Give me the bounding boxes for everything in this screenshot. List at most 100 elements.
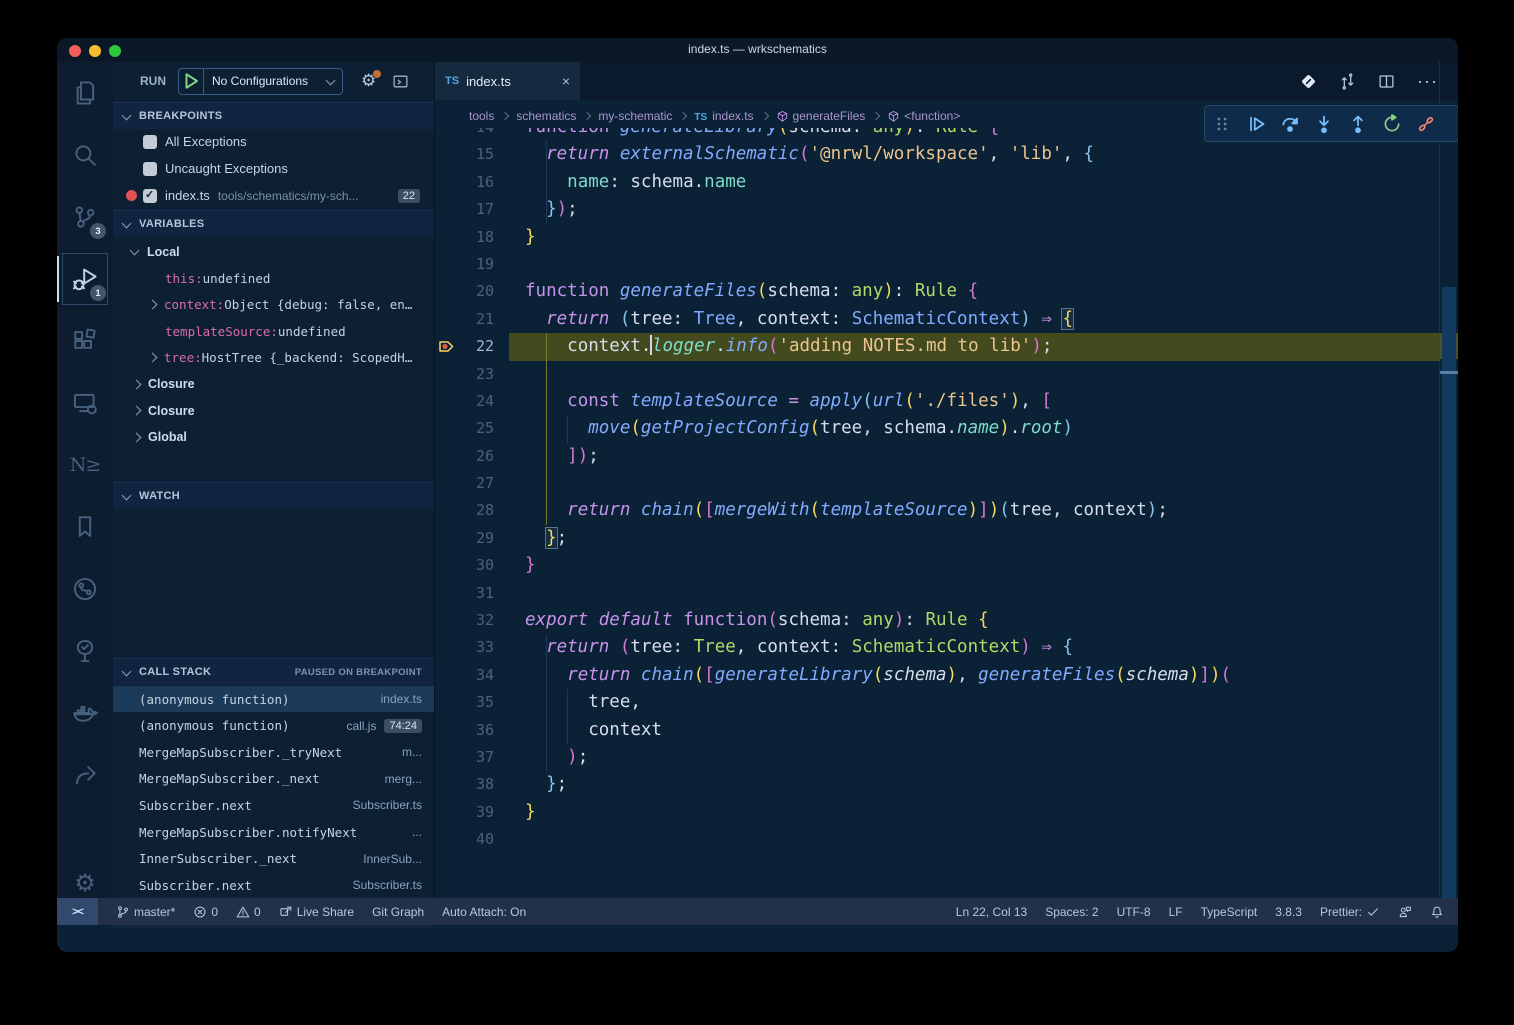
status-item-prettier[interactable]: Prettier: [1320, 905, 1380, 919]
activity-bar-item-remote-explorer[interactable] [57, 372, 113, 434]
scope-label: Closure [148, 404, 195, 418]
status-item-typescript[interactable]: TypeScript [1201, 905, 1258, 919]
activity-bar-item-search[interactable] [57, 124, 113, 186]
variables-scope-closure[interactable]: Closure [113, 397, 434, 424]
chevron-right-icon [132, 432, 142, 442]
continue-icon[interactable] [1239, 106, 1273, 141]
line-number: 39 [435, 799, 494, 826]
remote-indicator[interactable]: >< [57, 898, 98, 925]
bell-icon[interactable] [1430, 905, 1444, 919]
status-item-lf[interactable]: LF [1169, 905, 1183, 919]
restart-icon[interactable] [1375, 106, 1409, 141]
disconnect-icon[interactable] [1409, 106, 1443, 141]
status-item-ln-22-col-13[interactable]: Ln 22, Col 13 [956, 905, 1027, 919]
configure-gear-icon[interactable]: ⚙ [361, 72, 376, 91]
chevron-right-icon [132, 406, 142, 416]
scope-label: Global [148, 430, 187, 444]
more-actions-icon[interactable]: ··· [1417, 71, 1438, 92]
variable-row[interactable]: templateSource: undefined [113, 318, 434, 345]
breakpoint-row[interactable]: Uncaught Exceptions [113, 155, 434, 182]
code-line-text: } [525, 799, 536, 826]
line-number: 23 [435, 361, 494, 388]
status-item-3-8-3[interactable]: 3.8.3 [1275, 905, 1302, 919]
launch-configuration-dropdown[interactable]: No Configurations [178, 68, 343, 95]
step-over-icon[interactable] [1273, 106, 1307, 141]
code-line: 17 }); [435, 196, 1440, 223]
breakpoints-section-header[interactable]: BREAKPOINTS [113, 102, 434, 129]
status-item-0[interactable]: 0 [193, 905, 218, 919]
call-stack-frame[interactable]: MergeMapSubscriber._tryNextm... [113, 739, 434, 765]
line-number: 27 [435, 470, 494, 497]
code-line: 30} [435, 552, 1440, 579]
variables-scope-global[interactable]: Global [113, 424, 434, 451]
activity-bar-item-extensions[interactable] [57, 310, 113, 372]
open-changes-icon[interactable] [1339, 73, 1356, 90]
variables-scope-local[interactable]: Local [113, 238, 434, 265]
step-into-icon[interactable] [1307, 106, 1341, 141]
breadcrumb-item[interactable]: schematics [516, 109, 576, 123]
activity-bar-item-source-control[interactable]: 3 [57, 186, 113, 248]
activity-bar-item-live-share[interactable] [57, 744, 113, 806]
variables-scope-closure[interactable]: Closure [113, 371, 434, 398]
breakpoint-row[interactable]: index.tstools/schematics/my-sch...22 [113, 182, 434, 209]
breakpoint-checkbox[interactable] [143, 189, 157, 203]
close-tab-icon[interactable]: × [562, 73, 570, 89]
variable-row[interactable]: context: Object {debug: false, en… [113, 291, 434, 318]
scrollbar-thumb[interactable] [1442, 287, 1456, 920]
variable-row[interactable]: tree: HostTree {_backend: ScopedH… [113, 344, 434, 371]
status-item-label: Auto Attach: On [442, 905, 526, 919]
call-stack-frame[interactable]: InnerSubscriber._nextInnerSub... [113, 846, 434, 872]
watch-section-header[interactable]: WATCH [113, 482, 434, 509]
status-item-auto-attach-on[interactable]: Auto Attach: On [442, 905, 526, 919]
variables-section-header[interactable]: VARIABLES [113, 210, 434, 237]
activity-bar-item-test-explorer[interactable] [57, 620, 113, 682]
breadcrumb-item[interactable]: my-schematic [598, 109, 672, 123]
step-out-icon[interactable] [1341, 106, 1375, 141]
call-stack-section-header[interactable]: CALL STACK PAUSED ON BREAKPOINT [113, 658, 434, 685]
tab-index-ts[interactable]: TS index.ts × [435, 62, 580, 100]
chevron-right-icon [148, 300, 158, 310]
status-item-utf-8[interactable]: UTF-8 [1117, 905, 1151, 919]
activity-bar-item-git-graph[interactable] [57, 558, 113, 620]
format-icon[interactable] [1300, 73, 1317, 90]
start-debugging-icon[interactable] [179, 69, 204, 94]
debug-console-icon[interactable] [392, 73, 409, 90]
split-editor-icon[interactable] [1378, 73, 1395, 90]
breakpoint-checkbox[interactable] [143, 162, 157, 176]
status-item-spaces-2[interactable]: Spaces: 2 [1045, 905, 1098, 919]
status-bar: >< master* 0 0 Live Share Git Graph Auto Atta… [57, 898, 1458, 925]
activity-bar-item-bookmarks[interactable] [57, 496, 113, 558]
frame-function: MergeMapSubscriber.notifyNext [139, 825, 357, 840]
breadcrumb-item[interactable]: index.ts [712, 109, 753, 123]
call-stack-frame[interactable]: MergeMapSubscriber._nextmerg... [113, 766, 434, 792]
breakpoint-checkbox[interactable] [143, 135, 157, 149]
line-number: 18 [435, 224, 494, 251]
breadcrumb-item[interactable]: <function> [904, 109, 960, 123]
variable-value: undefined [203, 271, 271, 286]
call-stack-frame[interactable]: (anonymous function)call.js74:24 [113, 713, 434, 739]
call-stack-frame[interactable]: Subscriber.nextSubscriber.ts [113, 872, 434, 898]
line-number: 40 [435, 826, 494, 853]
activity-bar-item-docker[interactable] [57, 682, 113, 744]
editor-scrollbar[interactable] [1439, 62, 1458, 925]
status-item-0[interactable]: 0 [236, 905, 261, 919]
status-item-git-graph[interactable]: Git Graph [372, 905, 424, 919]
breadcrumb-item[interactable]: generateFiles [793, 109, 866, 123]
status-item-master[interactable]: master* [116, 905, 175, 919]
variable-row[interactable]: this: undefined [113, 265, 434, 292]
status-item-label: Spaces: 2 [1045, 905, 1098, 919]
activity-bar-item-run-debug[interactable]: 1 [57, 248, 113, 310]
code-editor[interactable]: 14function generateLibrary(schema: any):… [435, 114, 1440, 854]
activity-bar-item-explorer[interactable] [57, 62, 113, 124]
activity-bar-item-nx-console[interactable]: N≥ [57, 434, 113, 496]
call-stack-frame[interactable]: (anonymous function)index.ts [113, 686, 434, 712]
call-stack-frame[interactable]: Subscriber.nextSubscriber.ts [113, 792, 434, 818]
feedback-icon[interactable] [1398, 905, 1412, 919]
breakpoint-row[interactable]: All Exceptions [113, 128, 434, 155]
status-item-live-share[interactable]: Live Share [279, 905, 354, 919]
frame-function: (anonymous function) [139, 692, 290, 707]
call-stack-frame[interactable]: MergeMapSubscriber.notifyNext... [113, 819, 434, 845]
code-line: 35 tree, [435, 689, 1440, 716]
breadcrumb-item[interactable]: tools [469, 109, 494, 123]
status-item-label: master* [134, 905, 175, 919]
